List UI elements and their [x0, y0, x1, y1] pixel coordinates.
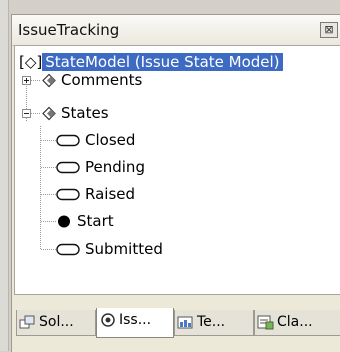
- tree-root-item[interactable]: [◇] StateModel (Issue State Model): [19, 52, 283, 72]
- tree-item-label: Pending: [85, 158, 145, 176]
- tree-item-label: States: [61, 104, 109, 122]
- tool-window-tab-strip: Sol... Iss... Te... Cla...: [14, 304, 340, 352]
- tree-item-closed[interactable]: Closed: [85, 130, 135, 150]
- tree-item-pending[interactable]: Pending: [85, 157, 145, 177]
- class-view-icon: [257, 315, 274, 330]
- team-explorer-icon: [177, 316, 193, 329]
- diamond-icon: [42, 106, 56, 121]
- tool-window-titlebar[interactable]: IssueTracking ⊠: [12, 15, 340, 46]
- tree-root-label: StateModel (Issue State Model): [42, 53, 283, 71]
- state-ellipse-icon: [56, 188, 80, 201]
- tab-label: Iss...: [119, 312, 152, 328]
- tool-window-panel: IssueTracking ⊠ [◇] StateModel (Issue St…: [11, 14, 340, 352]
- tab-issue-tracking[interactable]: Iss...: [96, 308, 174, 338]
- panel-title: IssueTracking: [18, 21, 120, 39]
- tree-item-raised[interactable]: Raised: [85, 184, 135, 204]
- collapse-toggle-states[interactable]: [22, 109, 31, 118]
- expand-toggle-comments[interactable]: [22, 76, 31, 85]
- tree-item-states[interactable]: States: [61, 103, 109, 123]
- state-ellipse-icon: [56, 161, 80, 174]
- tree-item-start[interactable]: Start: [77, 211, 114, 231]
- close-icon[interactable]: ⊠: [320, 22, 338, 38]
- tree-item-comments[interactable]: Comments: [61, 70, 142, 90]
- issue-model-icon: [101, 313, 115, 327]
- tab-solution-explorer[interactable]: Sol...: [16, 310, 96, 336]
- state-ellipse-icon: [56, 243, 80, 256]
- state-ellipse-icon: [56, 134, 80, 147]
- tab-label: Cla...: [277, 314, 313, 330]
- tree-item-submitted[interactable]: Submitted: [85, 239, 163, 259]
- tree-item-label: Comments: [61, 71, 143, 89]
- tree-item-label: Closed: [85, 131, 136, 149]
- root-model-icon: [◇]: [19, 53, 43, 71]
- diamond-icon: [42, 73, 56, 88]
- tree-item-label: Start: [77, 212, 114, 230]
- model-explorer-tree[interactable]: [◇] StateModel (Issue State Model) Commen…: [14, 45, 340, 295]
- solution-explorer-icon: [19, 315, 35, 329]
- tree-item-label: Raised: [85, 185, 136, 203]
- tab-team-explorer[interactable]: Te...: [174, 310, 254, 336]
- left-border-strip: [0, 0, 9, 351]
- tab-class-view[interactable]: Cla...: [254, 310, 340, 336]
- start-dot-icon: [58, 215, 70, 228]
- tab-label: Sol...: [39, 314, 74, 330]
- tab-label: Te...: [197, 314, 226, 330]
- tree-item-label: Submitted: [85, 240, 163, 258]
